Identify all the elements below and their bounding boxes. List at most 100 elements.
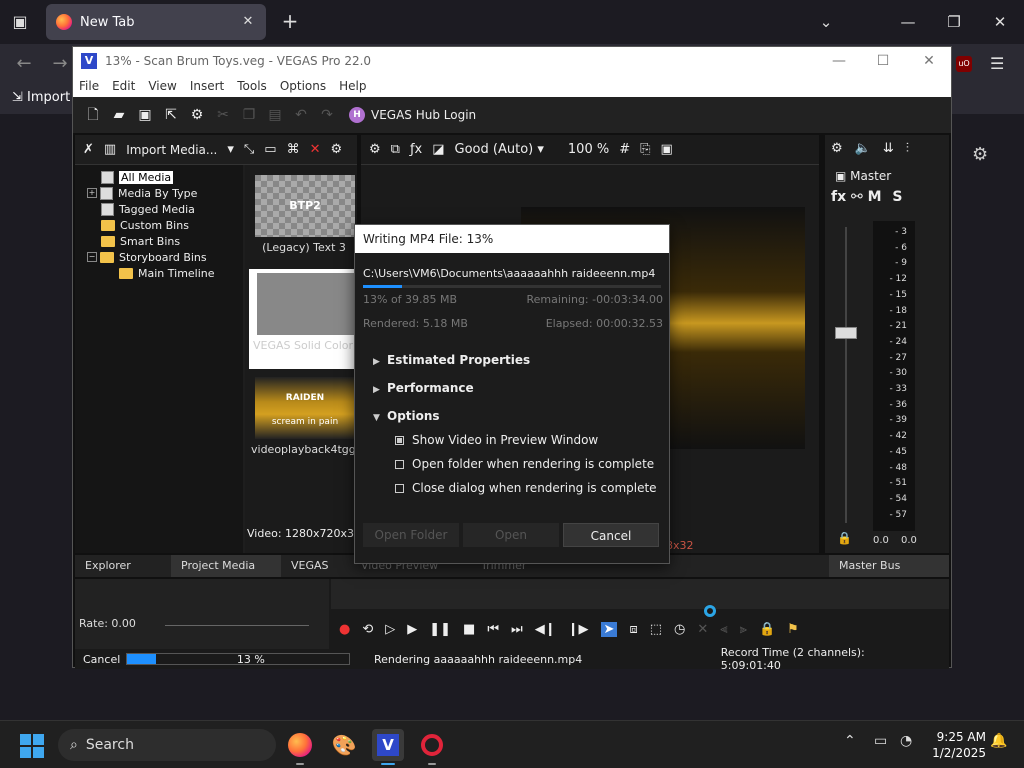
tab-overflow-chevron-icon[interactable]: ⌄: [814, 10, 838, 34]
downmix-icon[interactable]: ⇊: [883, 141, 894, 156]
hamburger-menu-icon[interactable]: ☰: [990, 54, 1004, 73]
go-to-start-icon[interactable]: ⏮: [487, 622, 499, 637]
menu-file[interactable]: File: [79, 79, 99, 93]
save-snapshot-icon[interactable]: ▣: [661, 142, 673, 157]
maximize-browser-button[interactable]: ❐: [942, 10, 966, 34]
back-arrow-icon[interactable]: ←: [12, 52, 36, 76]
previous-frame-icon[interactable]: ◀❙: [535, 622, 556, 637]
play-from-start-icon[interactable]: ▷: [385, 622, 395, 637]
time-tool-icon[interactable]: ◷: [674, 622, 685, 637]
import-media-button[interactable]: Import Media...: [126, 143, 217, 157]
vegas-close-button[interactable]: ✕: [919, 51, 939, 71]
export-icon[interactable]: ⇱: [163, 107, 179, 123]
record-icon[interactable]: ●: [339, 622, 350, 637]
play-icon[interactable]: ▶: [407, 622, 417, 637]
section-options[interactable]: ▼ Options: [373, 409, 440, 423]
media-thumb-text[interactable]: BTP2 (Legacy) Text 3: [251, 175, 357, 254]
trim-icon[interactable]: ⫷: [720, 622, 727, 637]
delete-event-icon[interactable]: ✕: [697, 622, 708, 637]
selection-edit-tool-icon[interactable]: ⧈: [629, 622, 637, 637]
open-folder-icon[interactable]: ▰: [111, 107, 127, 123]
ublock-icon[interactable]: uO: [956, 56, 972, 72]
master-fader-handle[interactable]: [835, 327, 857, 339]
tree-item-storyboard-bins[interactable]: − Storyboard Bins: [75, 249, 243, 265]
lock-icon[interactable]: 🔒: [837, 531, 852, 545]
external-monitor-icon[interactable]: ⧉: [391, 142, 400, 157]
option-open-folder[interactable]: Open folder when rendering is complete: [395, 457, 654, 471]
taskbar-firefox-app[interactable]: [284, 729, 316, 765]
open-button[interactable]: Open: [463, 523, 559, 547]
lock-event-icon[interactable]: 🔒: [759, 622, 775, 637]
section-estimated-properties[interactable]: ▶ Estimated Properties: [373, 353, 530, 367]
open-folder-button[interactable]: Open Folder: [363, 523, 459, 547]
taskbar-clock[interactable]: 9:25 AM 1/2/2025: [920, 729, 986, 761]
vegas-minimize-button[interactable]: —: [829, 51, 849, 71]
tab-master-bus[interactable]: Master Bus: [829, 555, 949, 577]
mixer-sliders-icon[interactable]: ⫶: [906, 141, 909, 156]
close-tab-icon[interactable]: ✕: [238, 12, 258, 32]
option-close-dialog[interactable]: Close dialog when rendering is complete: [395, 481, 657, 495]
go-to-end-icon[interactable]: ⏭: [511, 622, 523, 637]
media-thumb-video[interactable]: RAIDEN scream in pain videoplayback4tgg.…: [251, 377, 357, 456]
status-cancel-button[interactable]: Cancel: [83, 653, 126, 666]
capture-icon[interactable]: ⤡: [244, 142, 254, 157]
tab-explorer[interactable]: Explorer: [75, 555, 171, 577]
speaker-icon[interactable]: 🔈: [855, 141, 871, 156]
section-performance[interactable]: ▶ Performance: [373, 381, 474, 395]
paste-icon[interactable]: ▤: [267, 107, 283, 123]
redo-icon[interactable]: ↷: [319, 107, 335, 123]
next-frame-icon[interactable]: ❙▶: [568, 622, 589, 637]
menu-edit[interactable]: Edit: [112, 79, 135, 93]
import-dropdown-icon[interactable]: ▾: [227, 142, 234, 157]
checkbox-checked[interactable]: [395, 435, 404, 445]
tree-item-tagged-media[interactable]: Tagged Media: [75, 201, 243, 217]
browser-tab[interactable]: New Tab ✕: [46, 4, 266, 40]
media-fx-icon[interactable]: ▭: [264, 142, 276, 157]
tab-vegas[interactable]: VEGAS: [281, 555, 351, 577]
collapse-icon[interactable]: −: [87, 252, 97, 262]
windows-start-icon[interactable]: [20, 734, 44, 758]
mute-button[interactable]: M: [868, 189, 882, 205]
save-icon[interactable]: ▣: [137, 107, 153, 123]
volume-icon[interactable]: ◔: [900, 733, 912, 749]
loop-icon[interactable]: ⟲: [362, 622, 373, 637]
stabilize-icon[interactable]: ⌘: [287, 142, 300, 157]
tree-item-smart-bins[interactable]: Smart Bins: [75, 233, 243, 249]
taskbar-vegas-app[interactable]: V: [372, 729, 404, 765]
vegas-maximize-button[interactable]: ☐: [873, 51, 893, 71]
zoom-tool-icon[interactable]: ⬚: [650, 622, 662, 637]
cut-icon[interactable]: ✂: [215, 107, 231, 123]
taskbar-search[interactable]: ⌕ Search: [58, 729, 276, 761]
normal-edit-tool-icon[interactable]: ➤: [600, 621, 618, 637]
tree-item-main-timeline[interactable]: Main Timeline: [75, 265, 243, 281]
checkbox[interactable]: [395, 459, 404, 469]
rate-slider[interactable]: [165, 625, 309, 626]
copy-snapshot-icon[interactable]: ⎘: [640, 142, 650, 157]
marker-icon[interactable]: ⚑: [787, 622, 799, 637]
tree-item-custom-bins[interactable]: Custom Bins: [75, 217, 243, 233]
expand-icon[interactable]: +: [87, 188, 97, 198]
taskbar-paint-app[interactable]: 🎨: [328, 729, 360, 761]
properties-gear-icon[interactable]: ⚙: [189, 107, 205, 123]
remove-media-icon[interactable]: ✗: [83, 142, 94, 157]
video-fx-icon[interactable]: ƒx: [410, 142, 422, 157]
menu-help[interactable]: Help: [339, 79, 366, 93]
menu-tools[interactable]: Tools: [237, 79, 267, 93]
close-browser-button[interactable]: ✕: [988, 10, 1012, 34]
import-media-icon[interactable]: ▥: [104, 142, 116, 157]
media-settings-gear-icon[interactable]: ⚙: [330, 142, 342, 157]
new-project-icon[interactable]: 🗋: [85, 107, 101, 123]
solo-button[interactable]: S: [892, 189, 902, 205]
menu-options[interactable]: Options: [280, 79, 326, 93]
media-thumb-solid-color[interactable]: VEGAS Solid Color: [249, 269, 357, 369]
master-fx-button[interactable]: fx: [831, 189, 846, 205]
menu-view[interactable]: View: [148, 79, 176, 93]
split-screen-icon[interactable]: ◪: [432, 142, 444, 157]
preview-settings-gear-icon[interactable]: ⚙: [369, 142, 381, 157]
option-show-video[interactable]: Show Video in Preview Window: [395, 433, 598, 447]
forward-arrow-icon[interactable]: →: [48, 52, 72, 76]
undo-icon[interactable]: ↶: [293, 107, 309, 123]
tab-project-media[interactable]: Project Media: [171, 555, 281, 577]
tab-list-icon[interactable]: ▣: [8, 10, 32, 34]
taskbar-opera-app[interactable]: [416, 729, 448, 765]
